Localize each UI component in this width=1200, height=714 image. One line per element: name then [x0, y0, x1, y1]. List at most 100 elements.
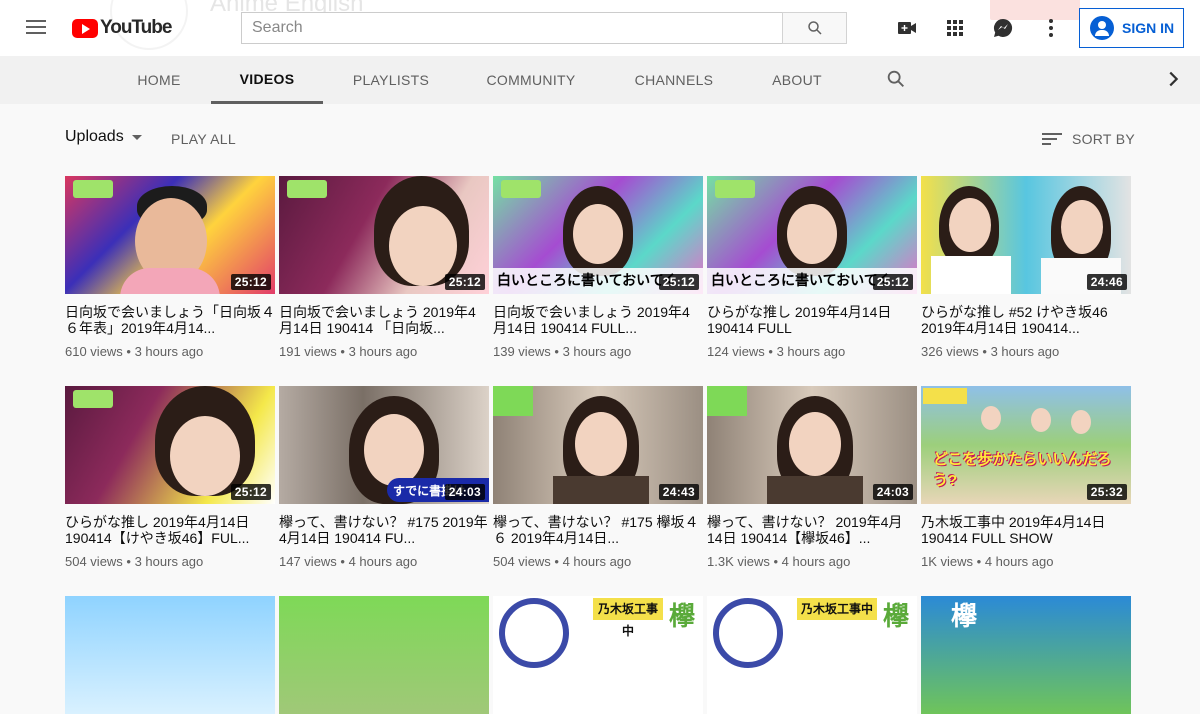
video-thumbnail[interactable]: 乃木坂工事中 欅 — [493, 596, 703, 714]
upload-age: 4 hours ago — [562, 554, 632, 569]
messages-icon[interactable] — [991, 16, 1015, 40]
video-title[interactable]: 欅って、書けない？ #175 欅坂４６ 2019年4月14日... — [493, 514, 703, 546]
upload-age: 3 hours ago — [562, 344, 632, 359]
video-title[interactable]: 欅って、書けない？ #175 2019年4月14日 190414 FU... — [279, 514, 489, 546]
tab-playlists[interactable]: PLAYLISTS — [343, 56, 439, 104]
caret-down-icon — [131, 134, 142, 140]
thumb-caption: 欅 — [951, 601, 978, 631]
thumb-caption: 乃木坂工事中 — [593, 598, 663, 638]
video-duration: 24:03 — [872, 484, 913, 500]
video-card[interactable]: 白いところに書いておいてく 25:12 ひらがな推し 2019年4月14日 19… — [707, 176, 917, 359]
video-card[interactable]: 乃木坂工事中 欅 — [493, 596, 703, 714]
video-thumbnail[interactable] — [279, 596, 489, 714]
view-count: 504 views — [65, 554, 123, 569]
thumb-caption: 白いところに書いておいてく — [497, 272, 678, 288]
video-thumbnail[interactable]: 乃木坂工事中 欅 — [707, 596, 917, 714]
video-card[interactable]: 欅 — [921, 596, 1131, 714]
channel-search-icon[interactable] — [885, 68, 907, 90]
video-duration: 24:43 — [658, 484, 699, 500]
video-card[interactable]: どこを歩かたらいいんだろう? 25:32 乃木坂工事中 2019年4月14日 1… — [921, 386, 1131, 569]
tab-videos[interactable]: VIDEOS — [211, 56, 323, 104]
view-count: 326 views — [921, 344, 979, 359]
sign-in-button[interactable]: SIGN IN — [1079, 8, 1184, 48]
video-card[interactable]: すでに書掛け 24:03 欅って、書けない？ #175 2019年4月14日 1… — [279, 386, 489, 569]
view-count: 1K views — [921, 554, 974, 569]
view-count: 191 views — [279, 344, 337, 359]
channel-tabs: HOME VIDEOS PLAYLISTS COMMUNITY CHANNELS… — [0, 56, 1200, 104]
video-thumbnail[interactable]: 白いところに書いておいてく 25:12 — [707, 176, 917, 294]
create-video-icon[interactable] — [895, 16, 919, 40]
video-thumbnail[interactable]: どこを歩かたらいいんだろう? 25:32 — [921, 386, 1131, 504]
show-logo — [73, 180, 113, 198]
filter-row: Uploads PLAY ALL SORT BY — [65, 128, 1135, 152]
video-thumbnail[interactable]: 25:12 — [279, 176, 489, 294]
play-all-button[interactable]: PLAY ALL — [171, 131, 236, 147]
video-card[interactable]: 24:03 欅って、書けない？ 2019年4月14日 190414【欅坂46】.… — [707, 386, 917, 569]
video-duration: 24:03 — [444, 484, 485, 500]
video-meta: 147 views 4 hours ago — [279, 554, 489, 569]
search-input[interactable]: Search — [241, 12, 783, 44]
sort-icon — [1041, 130, 1062, 148]
video-card[interactable]: 25:12 ひらがな推し 2019年4月14日 190414【けやき坂46】FU… — [65, 386, 275, 569]
video-meta: 1.3K views 4 hours ago — [707, 554, 917, 569]
video-card[interactable]: 24:46 ひらがな推し #52 けやき坂46 2019年4月14日 19041… — [921, 176, 1131, 359]
uploads-dropdown[interactable]: Uploads — [65, 128, 142, 146]
masthead: Anime English YouTube Search SIGN IN — [0, 0, 1200, 56]
apps-grid-icon[interactable] — [943, 16, 967, 40]
video-thumbnail[interactable]: 欅 — [921, 596, 1131, 714]
video-card[interactable]: 白いところに書いておいてく 25:12 日向坂で会いましょう 2019年4月14… — [493, 176, 703, 359]
video-duration: 24:46 — [1086, 274, 1127, 290]
video-card[interactable] — [65, 596, 275, 714]
upload-age: 4 hours ago — [348, 554, 418, 569]
video-meta: 191 views 3 hours ago — [279, 344, 489, 359]
tab-community[interactable]: COMMUNITY — [478, 56, 584, 104]
more-vert-icon[interactable] — [1039, 16, 1063, 40]
video-duration: 25:12 — [230, 484, 271, 500]
tab-about[interactable]: ABOUT — [762, 56, 832, 104]
video-title[interactable]: ひらがな推し #52 けやき坂46 2019年4月14日 190414... — [921, 304, 1131, 336]
video-title[interactable]: 乃木坂工事中 2019年4月14日 190414 FULL SHOW — [921, 514, 1131, 546]
video-thumbnail[interactable]: 25:12 — [65, 176, 275, 294]
video-meta: 326 views 3 hours ago — [921, 344, 1131, 359]
tab-home[interactable]: HOME — [127, 56, 191, 104]
show-logo — [287, 180, 327, 198]
video-title[interactable]: 日向坂で会いましょう「日向坂４６年表」2019年4月14... — [65, 304, 275, 336]
guide-menu-icon[interactable] — [22, 16, 50, 40]
video-title[interactable]: 日向坂で会いましょう 2019年4月14日 190414 「日向坂... — [279, 304, 489, 336]
video-title[interactable]: ひらがな推し 2019年4月14日 190414 FULL — [707, 304, 917, 336]
upload-age: 3 hours ago — [990, 344, 1060, 359]
video-thumbnail[interactable]: すでに書掛け 24:03 — [279, 386, 489, 504]
video-thumbnail[interactable]: 24:43 — [493, 386, 703, 504]
thumb-caption: 欅 — [669, 601, 696, 631]
video-thumbnail[interactable]: 白いところに書いておいてく 25:12 — [493, 176, 703, 294]
upload-age: 3 hours ago — [348, 344, 418, 359]
video-card[interactable]: 25:12 日向坂で会いましょう 2019年4月14日 190414 「日向坂.… — [279, 176, 489, 359]
tab-channels[interactable]: CHANNELS — [624, 56, 724, 104]
show-logo — [501, 180, 541, 198]
video-thumbnail[interactable] — [65, 596, 275, 714]
sort-by-label: SORT BY — [1071, 131, 1135, 147]
video-thumbnail[interactable]: 24:46 — [921, 176, 1131, 294]
video-meta: 504 views 4 hours ago — [493, 554, 703, 569]
video-title[interactable]: 欅って、書けない？ 2019年4月14日 190414【欅坂46】... — [707, 514, 917, 546]
video-card[interactable]: 25:12 日向坂で会いましょう「日向坂４６年表」2019年4月14... 61… — [65, 176, 275, 359]
chevron-right-icon[interactable] — [1162, 68, 1184, 90]
view-count: 610 views — [65, 344, 123, 359]
video-title[interactable]: ひらがな推し 2019年4月14日 190414【けやき坂46】FUL... — [65, 514, 275, 546]
search-button[interactable] — [782, 12, 847, 44]
show-logo — [715, 180, 755, 198]
view-count: 1.3K views — [707, 554, 770, 569]
video-duration: 25:12 — [444, 274, 485, 290]
video-thumbnail[interactable]: 24:03 — [707, 386, 917, 504]
sort-by-button[interactable]: SORT BY — [1041, 130, 1135, 148]
video-duration: 25:12 — [872, 274, 913, 290]
video-title[interactable]: 日向坂で会いましょう 2019年4月14日 190414 FULL... — [493, 304, 703, 336]
video-card[interactable] — [279, 596, 489, 714]
video-card[interactable]: 乃木坂工事中 欅 — [707, 596, 917, 714]
video-meta: 504 views 3 hours ago — [65, 554, 275, 569]
video-card[interactable]: 24:43 欅って、書けない？ #175 欅坂４６ 2019年4月14日... … — [493, 386, 703, 569]
video-thumbnail[interactable]: 25:12 — [65, 386, 275, 504]
upload-age: 4 hours ago — [781, 554, 851, 569]
sign-in-label: SIGN IN — [1122, 20, 1175, 36]
youtube-logo[interactable]: YouTube — [72, 17, 172, 39]
